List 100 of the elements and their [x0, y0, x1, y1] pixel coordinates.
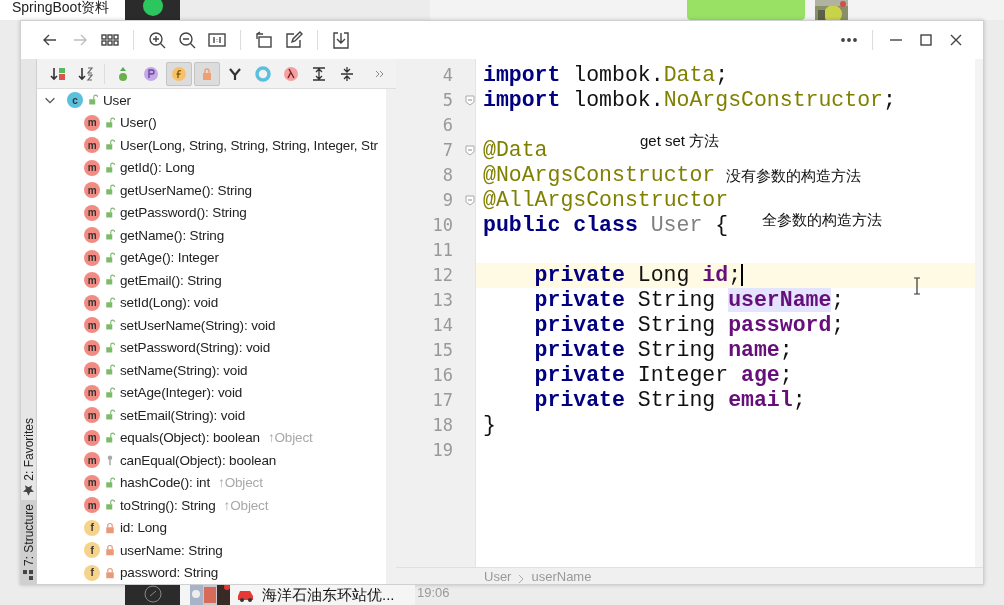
line-number: 8 — [441, 165, 453, 185]
tree-item[interactable]: m setId(Long): void — [37, 291, 386, 314]
tree-label: getAge(): Integer — [120, 250, 219, 266]
code-token: String — [637, 388, 716, 412]
method-badge: m — [84, 294, 100, 311]
tree-item[interactable]: m getUserName(): String — [37, 179, 386, 202]
code-token: ; — [715, 63, 729, 87]
tree-item[interactable]: m canEqual(Object): boolean — [37, 449, 386, 472]
code-token: @Data — [483, 138, 548, 162]
method-badge: m — [84, 384, 100, 401]
code-token: private — [534, 313, 625, 337]
line-number: 10 — [431, 215, 453, 235]
code-token: import — [483, 63, 561, 87]
tree-item[interactable]: m User() — [37, 111, 386, 134]
code-token: private — [534, 338, 625, 362]
tree-item[interactable]: m hashCode(): int ↑Object — [37, 471, 386, 494]
annotation-note: 没有参数的构造方法 — [726, 166, 861, 186]
inherited-from-label: ↑Object — [267, 430, 313, 446]
code-token: ; — [779, 363, 793, 387]
line-number: 9 — [441, 190, 453, 210]
tree-label: setPassword(String): void — [120, 340, 271, 356]
lambda-icon — [283, 65, 299, 82]
ring-icon — [255, 65, 271, 82]
code-token: @NoArgsConstructor — [483, 163, 716, 187]
method-badge: m — [84, 407, 100, 424]
tree-item[interactable]: m getEmail(): String — [37, 269, 386, 292]
expand-all-icon — [311, 65, 327, 82]
tree-label: toString(): String — [120, 497, 216, 513]
tree-item[interactable]: m toString(): String ↑Object — [37, 494, 386, 517]
tree-label: canEqual(Object): boolean — [120, 452, 277, 468]
tree-item[interactable]: m setAge(Integer): void — [37, 381, 386, 404]
code-token: lombok. — [573, 63, 664, 87]
tab-title[interactable]: SpringBoot资料 — [0, 0, 125, 20]
method-badge: m — [84, 182, 100, 199]
tree-label: getName(): String — [120, 227, 224, 243]
inherited-from-label: ↑Object — [218, 475, 263, 491]
tree-item[interactable]: c User — [37, 89, 386, 112]
tree-item[interactable]: m getName(): String — [37, 224, 386, 247]
method-badge: m — [84, 362, 100, 379]
line-number: 18 — [431, 415, 453, 435]
link-icon — [143, 585, 162, 603]
line-number: 15 — [431, 340, 453, 360]
structure-icon — [23, 570, 34, 580]
tree-item[interactable]: m User(Long, String, String, String, Integer, Str — [37, 134, 386, 157]
line-number: 19 — [431, 440, 453, 460]
code-token: class — [573, 213, 638, 237]
method-badge: m — [84, 137, 100, 154]
tree-label: User() — [120, 115, 157, 131]
tree-item[interactable]: f id: Long — [37, 516, 386, 539]
code-token: } — [483, 413, 496, 437]
tree-label: getPassword(): String — [120, 205, 247, 221]
tree-item[interactable]: m getAge(): Integer — [37, 246, 386, 269]
tree-label: password: String — [120, 565, 219, 581]
scrollbar-track[interactable] — [386, 89, 396, 584]
tree-item[interactable]: m setPassword(String): void — [37, 336, 386, 359]
code-token: private — [534, 363, 625, 387]
code-token: User — [650, 213, 703, 237]
text-cursor-icon — [913, 277, 921, 295]
tree-label: setEmail(String): void — [120, 407, 245, 423]
code-token: String — [637, 313, 716, 337]
method-badge: m — [84, 452, 100, 469]
code-token: id — [702, 263, 729, 287]
tree-label: getUserName(): String — [120, 182, 252, 198]
tree-item[interactable]: m setUserName(String): void — [37, 314, 386, 337]
fold-marker-icon[interactable] — [465, 144, 475, 156]
side-tab[interactable]: 7: Structure — [21, 499, 36, 584]
code-token: private — [534, 263, 625, 287]
line-number: 5 — [441, 90, 453, 110]
sort-by-visibility-icon — [50, 65, 66, 82]
toolbar-toggle[interactable] — [194, 61, 220, 86]
code-token: ; — [792, 388, 806, 412]
line-number: 12 — [431, 265, 453, 285]
fold-marker-icon[interactable] — [465, 194, 475, 206]
annotation-note: get set 方法 — [640, 131, 720, 151]
code-token: Integer — [637, 363, 729, 387]
tree-label: hashCode(): int — [120, 475, 211, 491]
code-token: ; — [728, 263, 742, 287]
line-number: 16 — [431, 365, 453, 385]
method-badge: m — [84, 272, 100, 289]
tree-item[interactable]: m equals(Object): boolean ↑Object — [37, 426, 386, 449]
tree-label: User(Long, String, String, String, Integer, Str — [120, 137, 378, 153]
code-token: { — [715, 213, 729, 237]
scrollbar-track[interactable] — [975, 59, 983, 567]
fold-marker-icon[interactable] — [465, 94, 475, 106]
tree-label: equals(Object): boolean — [120, 430, 260, 446]
tree-item[interactable]: m getPassword(): String — [37, 201, 386, 224]
tree-item[interactable]: m setName(String): void — [37, 359, 386, 382]
star-icon — [23, 484, 34, 496]
tree-item[interactable]: m getId(): Long — [37, 156, 386, 179]
tree-item[interactable]: f password: String — [37, 561, 386, 584]
toolbar-toggle[interactable] — [166, 61, 192, 86]
method-badge: m — [84, 204, 100, 221]
annotation-note: 全参数的构造方法 — [762, 210, 882, 230]
side-tab[interactable]: 2: Favorites — [21, 414, 36, 500]
tree-item[interactable]: f userName: String — [37, 539, 386, 562]
code-token: ; — [831, 288, 845, 312]
tree-item[interactable]: m setEmail(String): void — [37, 404, 386, 427]
tree-label: setUserName(String): void — [120, 317, 276, 333]
text-cursor — [741, 264, 744, 286]
line-number: 11 — [431, 240, 453, 260]
